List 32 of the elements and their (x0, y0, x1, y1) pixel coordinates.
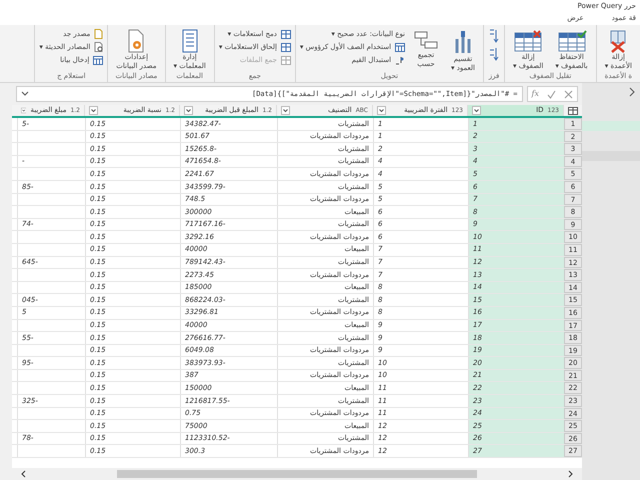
files-icon (280, 56, 291, 64)
replace-icon (395, 56, 406, 64)
dropdown-icon[interactable] (281, 106, 290, 115)
table-icon (395, 42, 406, 52)
dropdown-icon[interactable] (89, 106, 98, 115)
document-gear-icon (127, 29, 146, 53)
dropdown-icon[interactable] (377, 106, 386, 115)
merge-icon (280, 30, 291, 38)
table-remove-icon (513, 29, 544, 53)
table-icon[interactable] (568, 106, 578, 114)
expand-icon[interactable] (21, 91, 29, 97)
sort-ascending-icon[interactable] (488, 29, 500, 43)
dropdown-icon[interactable] (21, 106, 26, 115)
dropdown-icon[interactable] (472, 106, 481, 115)
table-icon (93, 56, 104, 64)
close-icon[interactable] (564, 90, 573, 98)
selection-strip (582, 121, 640, 131)
fx-button[interactable]: fx (532, 88, 539, 100)
panel-bar (582, 151, 640, 161)
sort-descending-icon[interactable] (488, 47, 500, 61)
document-icon (94, 29, 104, 39)
check-icon[interactable] (547, 90, 556, 98)
chevron-icon[interactable] (628, 87, 636, 97)
table-check-icon (556, 29, 587, 53)
dropdown-icon[interactable] (184, 106, 193, 115)
parameters-icon (180, 29, 199, 53)
scroll-left-icon[interactable] (20, 470, 26, 478)
document-clock-icon (94, 42, 104, 52)
scrollbar-thumb[interactable] (117, 470, 477, 478)
scroll-right-icon[interactable] (568, 470, 574, 478)
append-icon (280, 42, 291, 52)
group-icon (413, 29, 440, 51)
